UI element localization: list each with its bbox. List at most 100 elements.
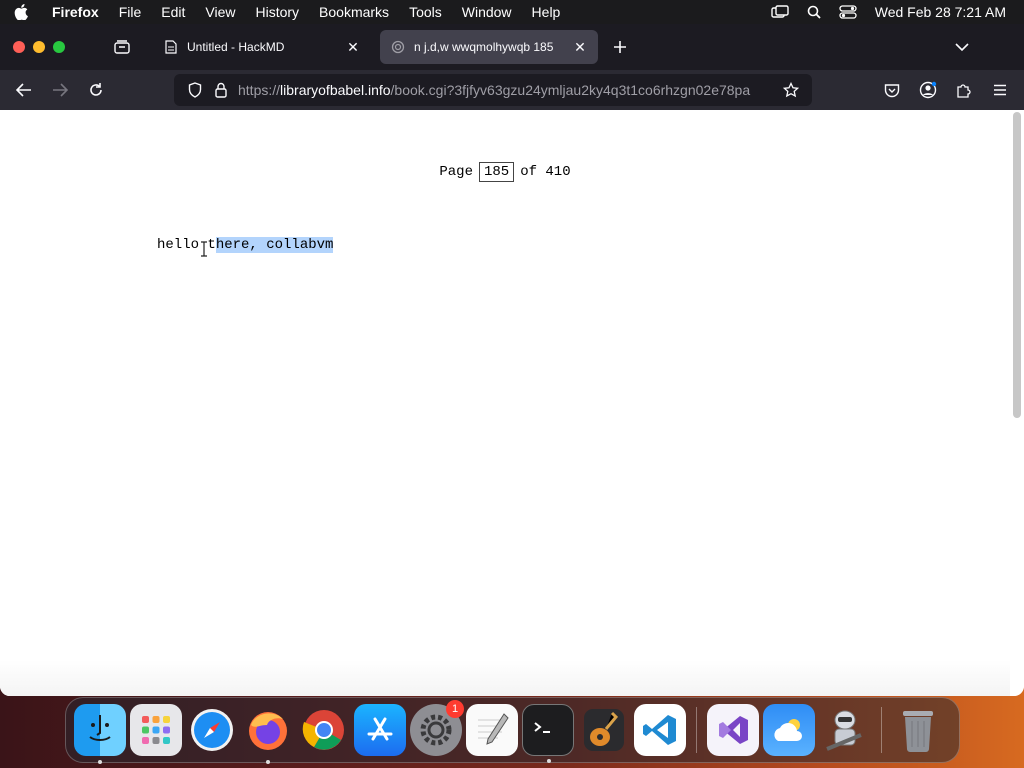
dock-separator [696, 707, 697, 753]
tab-bar: Untitled - HackMD ✕ n j.d,w wwqmolhywqb … [0, 24, 1024, 70]
page-content: Page 185 of 410 hello there, collabvm [0, 110, 1024, 696]
vscode-logo-icon [643, 715, 676, 745]
dock-launchpad[interactable] [130, 704, 182, 756]
vertical-scrollbar[interactable] [1013, 112, 1021, 418]
menu-app-firefox[interactable]: Firefox [42, 0, 109, 24]
menu-file[interactable]: File [109, 0, 152, 24]
page-bottom-edge [0, 660, 1010, 696]
url-text[interactable]: https://libraryofbabel.info/book.cgi?3fj… [234, 82, 778, 98]
forward-button[interactable] [42, 74, 78, 106]
back-button[interactable] [6, 74, 42, 106]
weather-cloud-icon [774, 719, 802, 741]
reload-button[interactable] [78, 74, 114, 106]
arrow-right-icon [53, 83, 68, 97]
document-icon [163, 39, 179, 55]
globe-icon [390, 39, 406, 55]
dock-chrome[interactable] [298, 704, 350, 756]
menu-tools[interactable]: Tools [399, 0, 452, 24]
dock-garageband[interactable] [578, 704, 630, 756]
automator-robot-icon [826, 710, 862, 751]
dock-visual-studio[interactable] [707, 704, 759, 756]
tab-title: n j.d,w wwqmolhywqb 185 [414, 40, 554, 54]
text-cursor-icon [200, 241, 208, 257]
book-page-text[interactable]: hello there, collabvm [157, 237, 334, 253]
visual-studio-logo-icon [719, 716, 748, 744]
screen-mirroring-icon[interactable] [763, 5, 797, 19]
pocket-button[interactable] [874, 74, 910, 106]
menu-edit[interactable]: Edit [151, 0, 195, 24]
close-window-button[interactable] [13, 41, 25, 53]
page-label: Page [439, 164, 473, 180]
notification-badge: 1 [446, 700, 464, 718]
running-indicator [266, 760, 270, 764]
dock-finder[interactable] [74, 704, 126, 764]
dock-terminal[interactable] [522, 704, 574, 763]
dock-system-settings[interactable]: 1 [410, 700, 464, 756]
minimize-window-button[interactable] [33, 41, 45, 53]
control-center-icon[interactable] [831, 5, 865, 19]
textedit-pen-icon [478, 713, 509, 745]
guitar-icon [584, 709, 624, 751]
tab-hackmd[interactable]: Untitled - HackMD ✕ [153, 30, 371, 64]
menu-help[interactable]: Help [522, 0, 571, 24]
pocket-icon [884, 83, 900, 97]
account-icon [919, 81, 937, 99]
close-tab-icon[interactable]: ✕ [345, 39, 361, 55]
tracking-protection-shield-icon[interactable] [182, 82, 208, 98]
close-tab-icon[interactable]: ✕ [572, 39, 588, 55]
reload-icon [90, 83, 102, 96]
menu-bar-clock[interactable]: Wed Feb 28 7:21 AM [865, 4, 1024, 20]
dock-safari[interactable] [186, 704, 238, 756]
menu-bookmarks[interactable]: Bookmarks [309, 0, 399, 24]
dock-app-store[interactable] [354, 704, 406, 756]
url-path: /book.cgi?3fjfyv63gzu24ymljau2ky4q3t1co6… [390, 82, 751, 98]
dock-trash[interactable] [892, 704, 944, 756]
apple-menu-icon[interactable] [0, 4, 42, 20]
dock-vscode[interactable] [634, 704, 686, 756]
menu-window[interactable]: Window [452, 0, 522, 24]
dock-separator [881, 707, 882, 753]
hamburger-menu-icon [994, 84, 1006, 96]
firefox-window: Untitled - HackMD ✕ n j.d,w wwqmolhywqb … [0, 24, 1024, 696]
dock-textedit[interactable] [466, 704, 518, 756]
url-scheme: https:// [238, 82, 281, 98]
account-button[interactable] [910, 74, 946, 106]
arrow-left-icon [16, 83, 31, 97]
firefox-logo-icon [249, 712, 287, 750]
menu-bar: Firefox File Edit View History Bookmarks… [0, 0, 1024, 24]
firefox-view-button[interactable] [96, 39, 148, 55]
bookmark-star-icon[interactable] [778, 82, 804, 98]
app-menu-button[interactable] [982, 74, 1018, 106]
puzzle-piece-icon [957, 84, 971, 98]
finder-icon [89, 715, 111, 741]
zoom-window-button[interactable] [53, 41, 65, 53]
of-label: of [520, 164, 537, 180]
extensions-button[interactable] [946, 74, 982, 106]
lock-icon[interactable] [208, 82, 234, 98]
page-number-input[interactable]: 185 [478, 162, 515, 182]
app-store-icon [367, 717, 393, 741]
firefox-view-icon [114, 40, 130, 54]
toolbar-right [874, 74, 1018, 106]
dock-automator[interactable] [819, 704, 871, 756]
safari-compass-icon [191, 709, 233, 751]
navigation-toolbar: https://libraryofbabel.info/book.cgi?3fj… [0, 70, 1024, 110]
url-host: libraryofbabel.info [280, 82, 391, 98]
tab-library-of-babel[interactable]: n j.d,w wwqmolhywqb 185 ✕ [380, 30, 598, 64]
tab-title: Untitled - HackMD [187, 40, 285, 54]
dock-firefox[interactable] [242, 704, 294, 764]
launchpad-grid-icon [142, 716, 170, 744]
dock: 1 [65, 697, 960, 764]
list-all-tabs-button[interactable] [950, 37, 974, 57]
trash-can-icon [903, 711, 933, 752]
chevron-down-icon [955, 43, 969, 52]
chrome-logo-icon [302, 710, 344, 750]
page-navigator: Page 185 of 410 [0, 162, 1010, 182]
new-tab-button[interactable] [608, 37, 632, 57]
menu-history[interactable]: History [245, 0, 309, 24]
dock-weather[interactable] [763, 704, 815, 756]
url-bar[interactable]: https://libraryofbabel.info/book.cgi?3fj… [174, 74, 812, 106]
menu-view[interactable]: View [195, 0, 245, 24]
spotlight-search-icon[interactable] [797, 5, 831, 19]
menu-bar-tray: Wed Feb 28 7:21 AM [763, 4, 1024, 20]
